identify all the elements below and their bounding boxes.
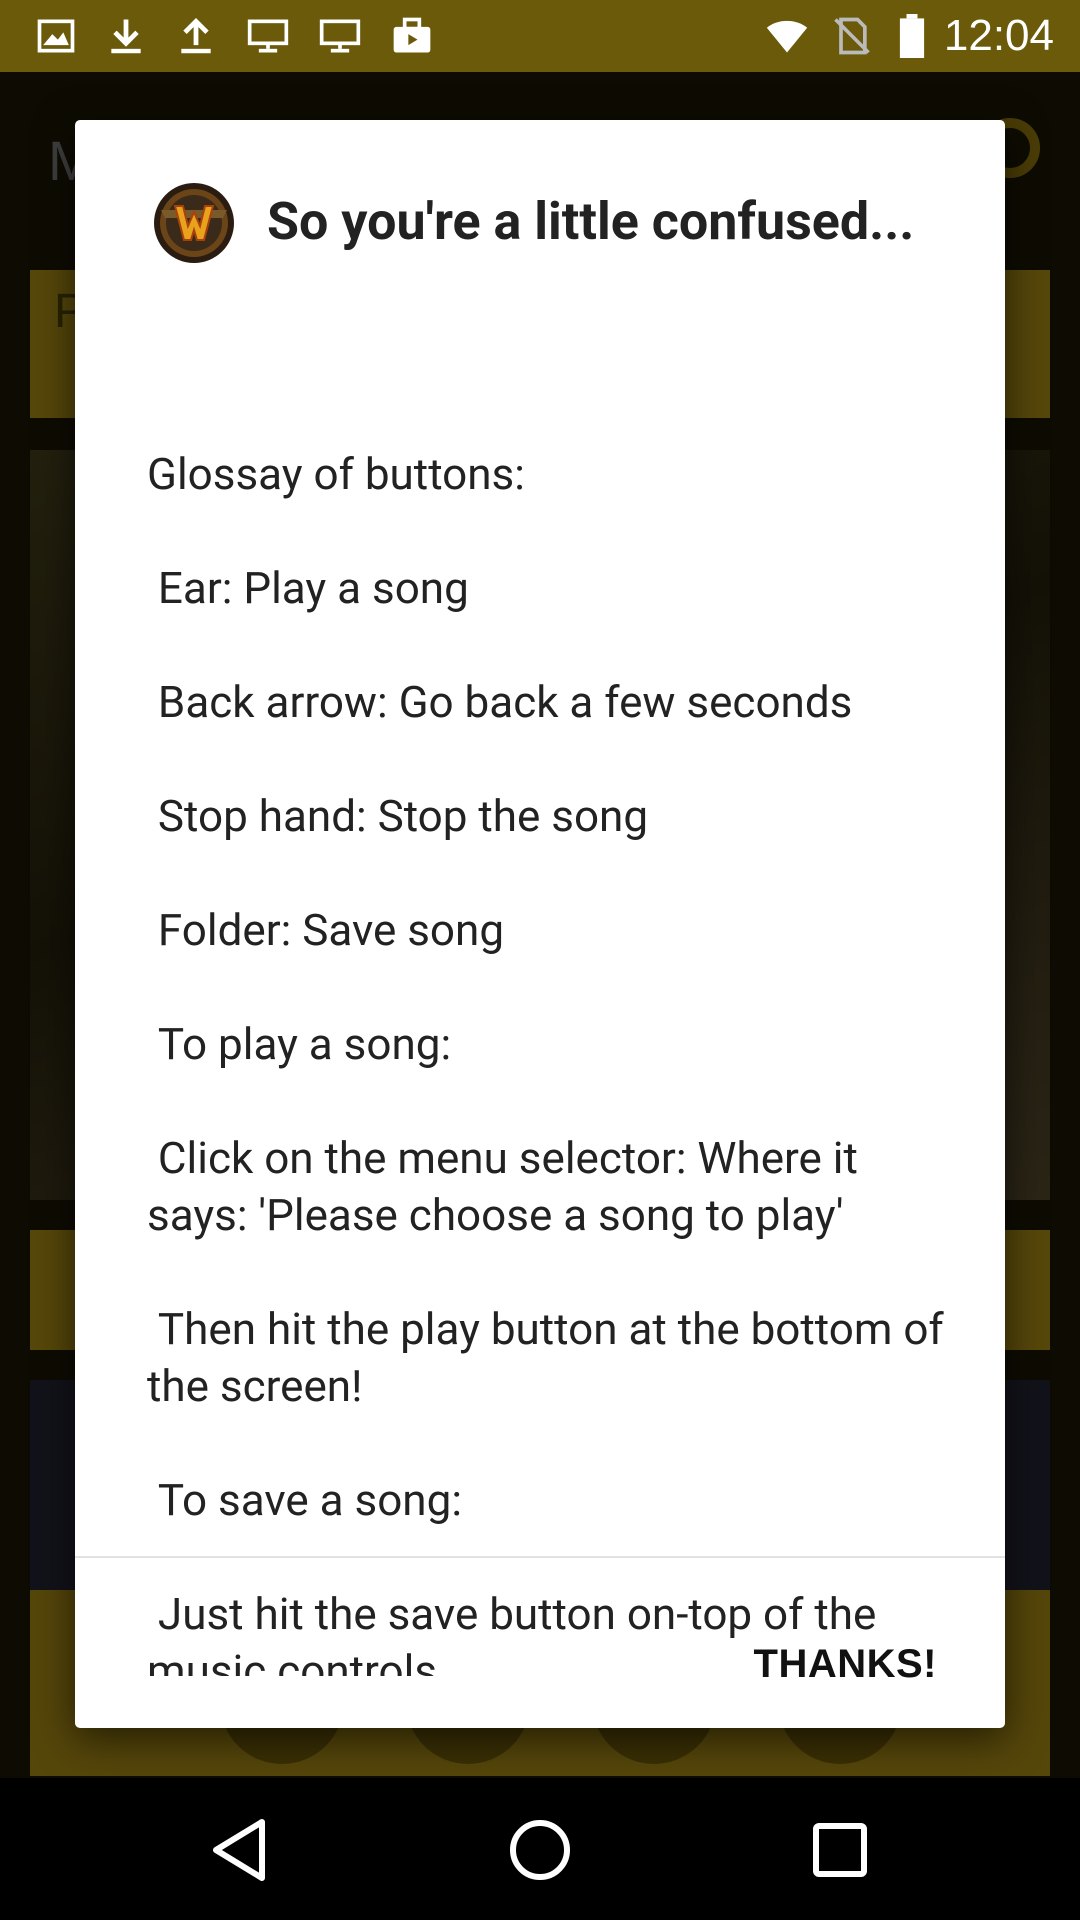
gallery-icon <box>34 14 78 58</box>
help-dialog: So you're a little confused... Glossay o… <box>75 120 1005 1728</box>
dialog-header: So you're a little confused... <box>75 120 1005 320</box>
navigation-bar <box>0 1778 1080 1920</box>
wifi-icon <box>760 14 814 58</box>
dialog-message: Glossay of buttons: Ear: Play a song Bac… <box>147 448 944 1676</box>
download-icon <box>104 14 148 58</box>
home-icon[interactable] <box>504 1814 576 1886</box>
status-bar: 12:04 <box>0 0 1080 72</box>
thanks-button[interactable]: THANKS! <box>734 1628 957 1700</box>
briefcase-icon <box>390 14 434 58</box>
back-icon[interactable] <box>204 1814 276 1886</box>
no-sim-icon <box>830 14 874 58</box>
warcraft-logo-icon <box>153 182 235 264</box>
dialog-title: So you're a little confused... <box>267 191 915 252</box>
recents-icon[interactable] <box>804 1814 876 1886</box>
upload-icon <box>174 14 218 58</box>
battery-icon <box>892 14 932 58</box>
dialog-scroll-area[interactable]: Glossay of buttons: Ear: Play a song Bac… <box>75 320 1005 1676</box>
monitor-icon <box>318 14 362 58</box>
dialog-divider <box>75 1556 1005 1558</box>
monitor-icon <box>246 14 290 58</box>
status-time: 12:04 <box>943 11 1054 60</box>
